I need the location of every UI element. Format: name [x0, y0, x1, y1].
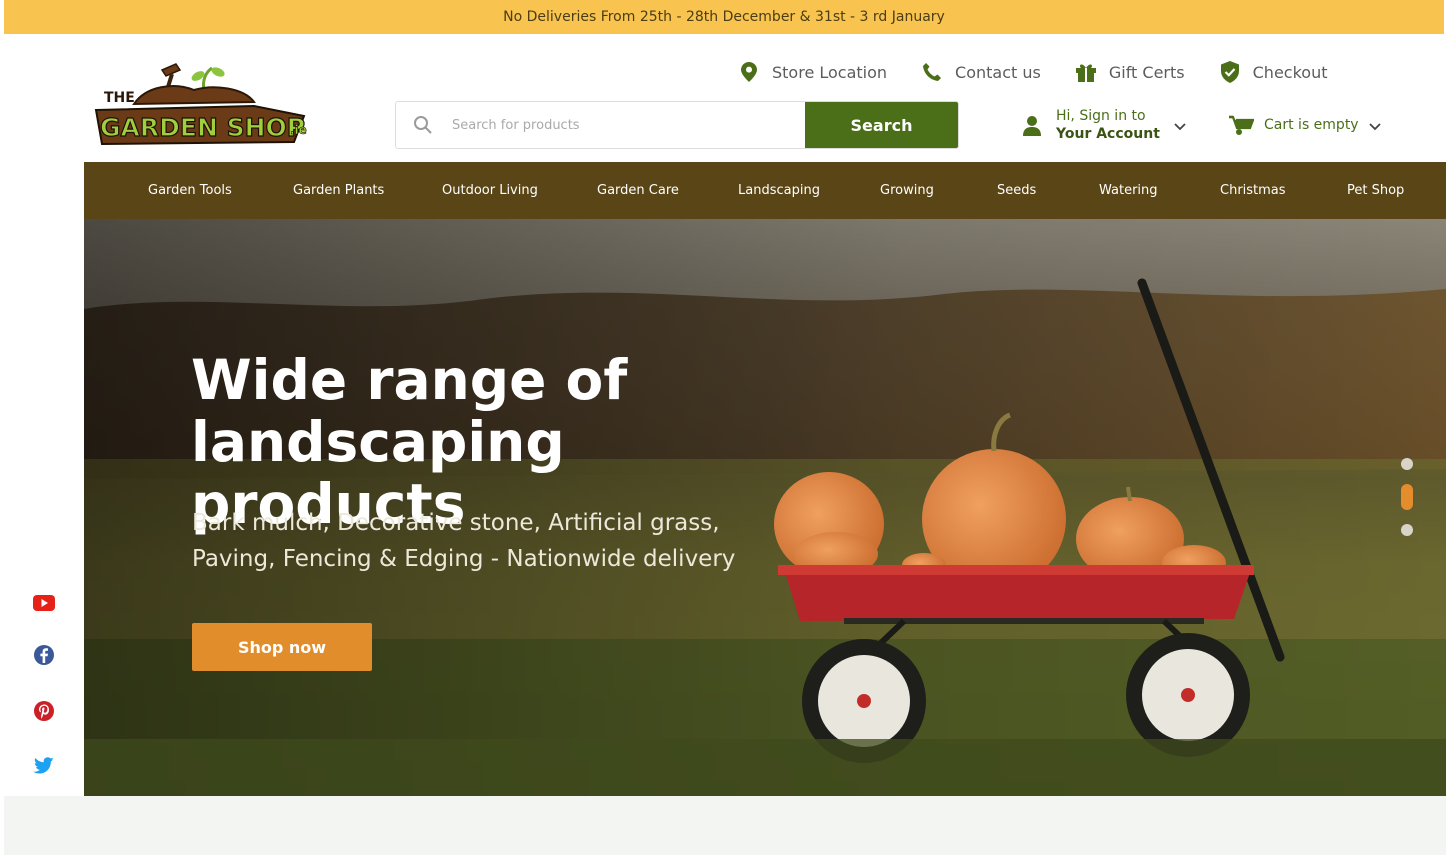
- nav-item-seeds[interactable]: Seeds: [997, 183, 1036, 198]
- facebook-link[interactable]: [28, 641, 60, 673]
- site-logo[interactable]: THE GARDEN SHOP .ie: [94, 62, 316, 150]
- gift-icon: [1075, 61, 1097, 83]
- page-footer-band: [4, 796, 1446, 855]
- store-location-link[interactable]: Store Location: [738, 61, 887, 83]
- logo-text-main: GARDEN SHOP: [100, 113, 305, 142]
- account-menu[interactable]: Hi, Sign in to Your Account: [1020, 107, 1186, 143]
- map-pin-icon: [738, 61, 760, 83]
- nav-item-landscaping[interactable]: Landscaping: [738, 183, 820, 198]
- nav-item-outdoor-living[interactable]: Outdoor Living: [442, 183, 538, 198]
- search-icon: [396, 102, 450, 148]
- slider-dot-3[interactable]: [1401, 524, 1413, 536]
- logo-text-the: THE: [104, 90, 135, 106]
- top-links: Store Location Contact us Gift Certs Che…: [738, 59, 1327, 85]
- nav-item-pet-shop[interactable]: Pet Shop: [1347, 183, 1404, 198]
- wheelbarrow-icon: [1228, 114, 1255, 136]
- slider-dots: [1400, 458, 1414, 536]
- search-button[interactable]: Search: [805, 102, 958, 148]
- cart-label: Cart is empty: [1264, 117, 1359, 133]
- nav-item-watering[interactable]: Watering: [1099, 183, 1158, 198]
- pinterest-link[interactable]: [28, 697, 60, 729]
- store-location-label: Store Location: [772, 62, 888, 82]
- search-bar: Search: [395, 101, 959, 149]
- hero-subtitle-line2: Paving, Fencing & Edging - Nationwide de…: [192, 546, 736, 572]
- facebook-icon: [33, 644, 55, 670]
- twitter-icon: [33, 757, 55, 779]
- checkout-link[interactable]: Checkout: [1219, 61, 1328, 83]
- cart-menu[interactable]: Cart is empty: [1228, 114, 1381, 136]
- hero-title-line1: Wide range of: [191, 348, 628, 412]
- announcement-bar: No Deliveries From 25th - 28th December …: [4, 0, 1444, 34]
- hero-subtitle: Bark mulch, Decorative stone, Artificial…: [192, 505, 792, 577]
- nav-item-garden-care[interactable]: Garden Care: [597, 183, 679, 198]
- chevron-down-icon: [1174, 116, 1186, 135]
- slider-dot-1[interactable]: [1401, 458, 1413, 470]
- account-greeting: Hi, Sign in to: [1056, 108, 1146, 124]
- nav-item-christmas[interactable]: Christmas: [1220, 183, 1286, 198]
- slider-dot-2[interactable]: [1401, 484, 1413, 510]
- shop-now-button[interactable]: Shop now: [192, 623, 372, 671]
- gift-certs-link[interactable]: Gift Certs: [1075, 61, 1185, 83]
- phone-icon: [921, 61, 943, 83]
- search-input[interactable]: [450, 102, 805, 148]
- youtube-link[interactable]: [28, 589, 60, 621]
- nav-item-garden-plants[interactable]: Garden Plants: [293, 183, 384, 198]
- contact-us-link[interactable]: Contact us: [921, 61, 1041, 83]
- youtube-icon: [33, 595, 55, 615]
- contact-us-label: Contact us: [955, 62, 1041, 82]
- nav-item-growing[interactable]: Growing: [880, 183, 934, 198]
- logo-text-suffix: .ie: [290, 123, 307, 137]
- user-icon: [1020, 113, 1044, 137]
- pinterest-icon: [33, 700, 55, 726]
- main-nav: Garden Tools Garden Plants Outdoor Livin…: [84, 162, 1446, 219]
- hero-banner: Wide range of landscaping products Bark …: [84, 219, 1446, 796]
- shield-check-icon: [1219, 61, 1241, 83]
- chevron-down-icon: [1368, 116, 1381, 135]
- hero-subtitle-line1: Bark mulch, Decorative stone, Artificial…: [192, 510, 720, 536]
- announcement-text: No Deliveries From 25th - 28th December …: [503, 9, 945, 25]
- gift-certs-label: Gift Certs: [1108, 62, 1185, 82]
- checkout-label: Checkout: [1252, 62, 1328, 82]
- twitter-link[interactable]: [28, 752, 60, 784]
- nav-item-garden-tools[interactable]: Garden Tools: [148, 183, 232, 198]
- account-label: Your Account: [1056, 126, 1160, 142]
